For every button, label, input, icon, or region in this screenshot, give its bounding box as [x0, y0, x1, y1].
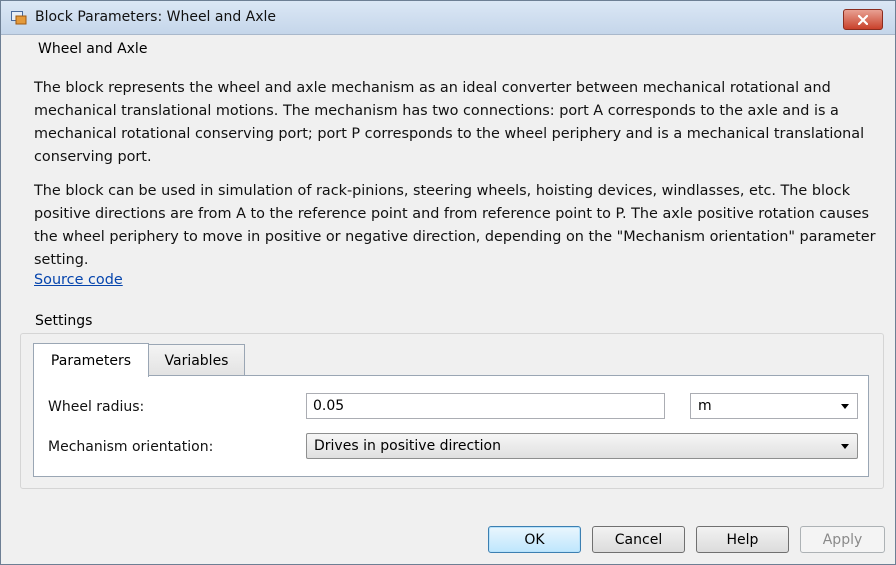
close-button[interactable] [843, 9, 883, 30]
description-group-label: Wheel and Axle [35, 41, 151, 57]
description-paragraph-1: The block represents the wheel and axle … [34, 80, 865, 165]
wheel-radius-unit-select[interactable]: m [690, 393, 858, 419]
description-paragraph-2: The block can be used in simulation of r… [34, 183, 876, 268]
help-button[interactable]: Help [696, 526, 789, 553]
title-bar[interactable]: Block Parameters: Wheel and Axle [1, 1, 895, 35]
chevron-down-icon [841, 444, 849, 449]
close-icon [858, 14, 868, 25]
parameters-panel [33, 375, 869, 477]
cancel-button[interactable]: Cancel [592, 526, 685, 553]
unit-select-value: m [698, 398, 712, 414]
window-title: Block Parameters: Wheel and Axle [35, 9, 277, 25]
simulink-block-icon [11, 11, 27, 25]
wheel-radius-label: Wheel radius: [48, 399, 145, 415]
source-code-link[interactable]: Source code [34, 272, 123, 288]
wheel-radius-input[interactable]: 0.05 [306, 393, 665, 419]
tab-parameters[interactable]: Parameters [33, 343, 149, 377]
tab-variables[interactable]: Variables [148, 344, 245, 376]
settings-group-label: Settings [32, 313, 96, 329]
chevron-down-icon [841, 404, 849, 409]
apply-button[interactable]: Apply [800, 526, 885, 553]
ok-button[interactable]: OK [488, 526, 581, 553]
mechanism-orientation-select[interactable]: Drives in positive direction [306, 433, 858, 459]
orientation-select-value: Drives in positive direction [314, 438, 501, 454]
mechanism-orientation-label: Mechanism orientation: [48, 439, 214, 455]
